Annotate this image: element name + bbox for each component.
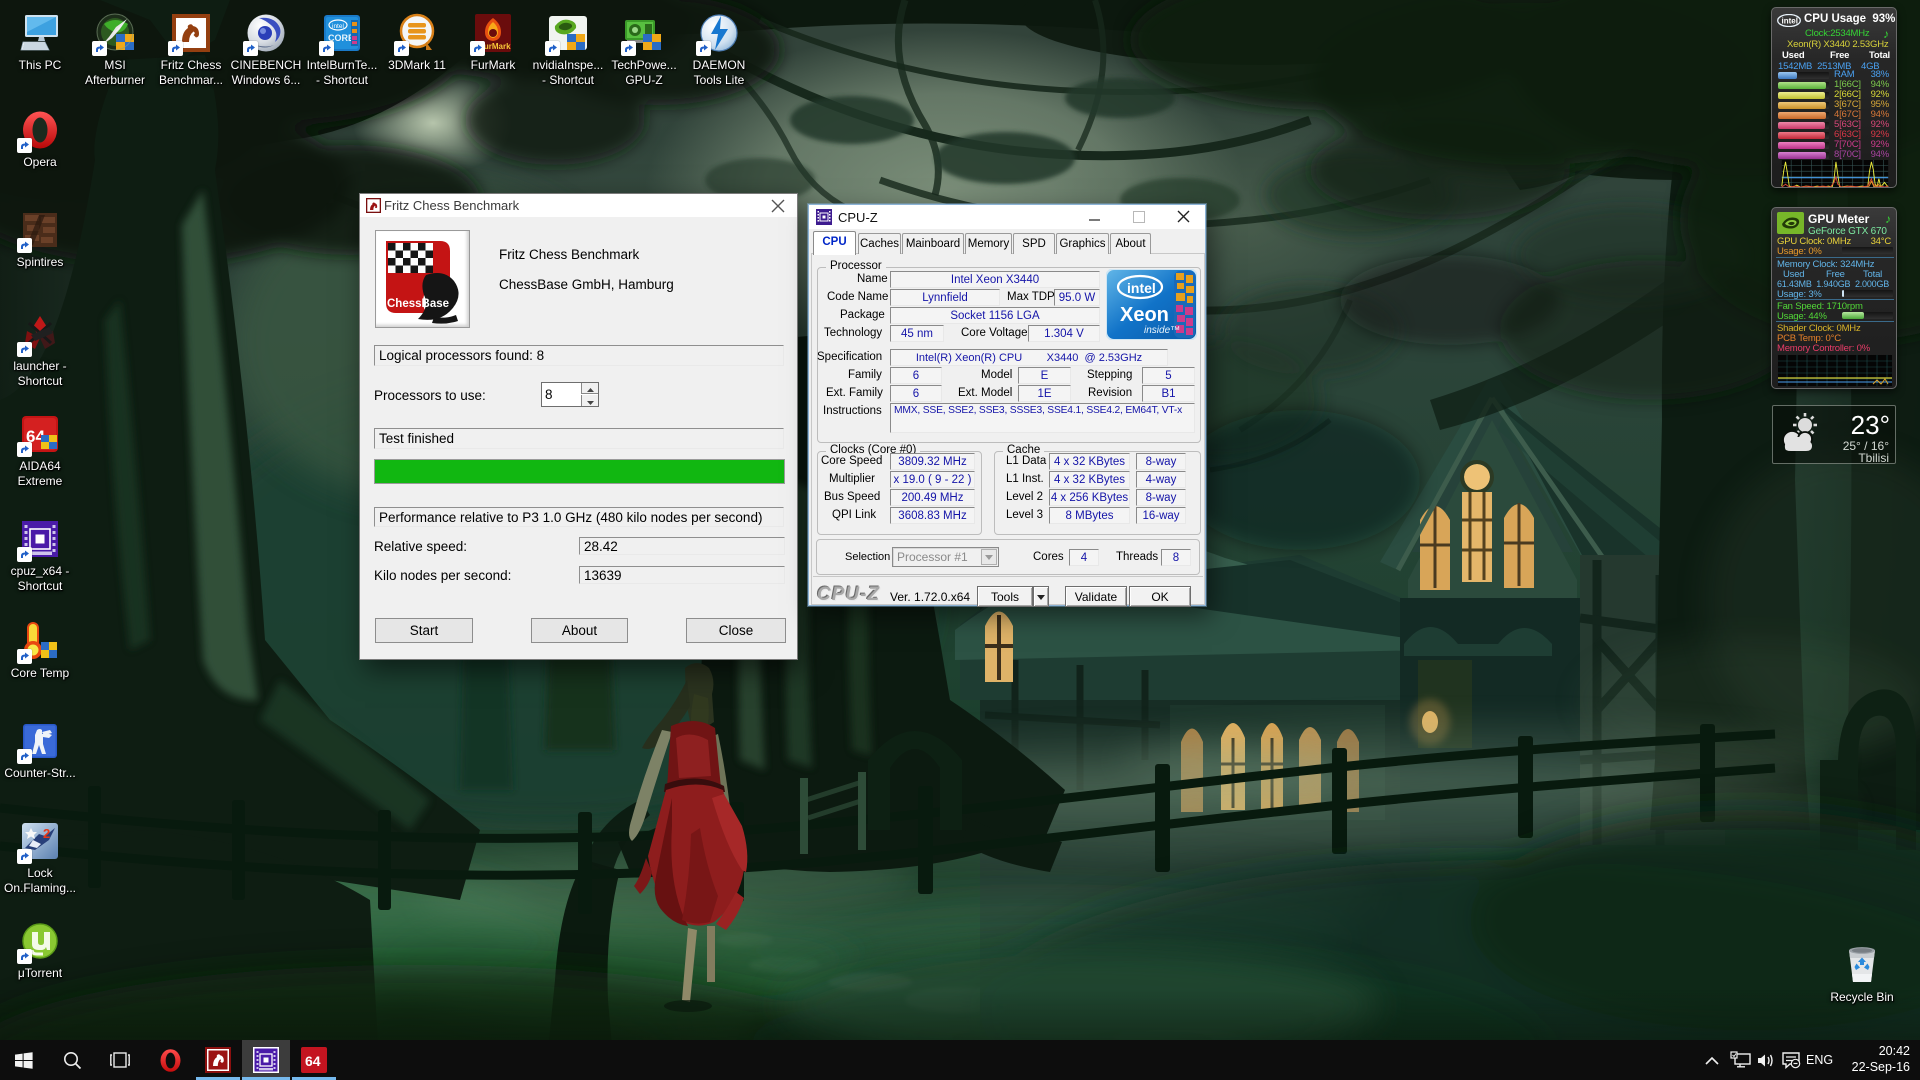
svg-text:Xeon: Xeon bbox=[1120, 304, 1169, 326]
svg-text:inside™: inside™ bbox=[1144, 325, 1180, 336]
svg-text:ChessBase: ChessBase bbox=[387, 298, 449, 310]
svg-text:intel: intel bbox=[1127, 280, 1156, 296]
svg-text:2: 2 bbox=[43, 826, 50, 841]
svg-text:64: 64 bbox=[305, 1053, 321, 1069]
svg-text:intel: intel bbox=[332, 23, 344, 30]
svg-text:intel: intel bbox=[1782, 17, 1798, 26]
